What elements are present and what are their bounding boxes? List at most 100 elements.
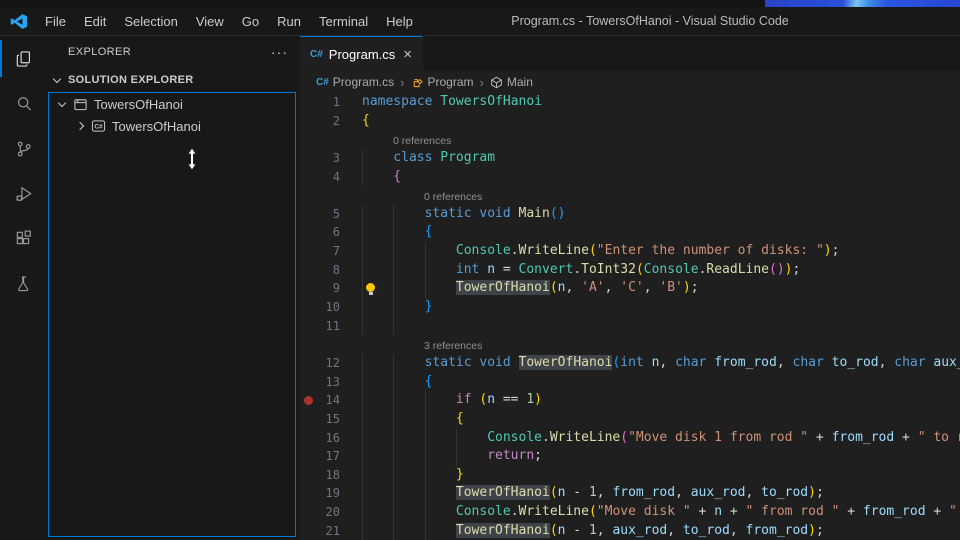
indent-guide (393, 484, 424, 503)
code-line-9[interactable]: 9TowerOfHanoi(n, 'A', 'C', 'B'); (300, 279, 960, 298)
indent-guide (393, 279, 424, 298)
tree-focus-border: TowersOfHanoi C# TowersOfHanoi (48, 92, 296, 537)
indent-guide (393, 522, 424, 540)
line-number: 5 (316, 205, 340, 224)
code-line-20[interactable]: 20Console.WriteLine("Move disk " + n + "… (300, 503, 960, 522)
symbol-method-icon (490, 76, 503, 89)
views-more-actions-icon[interactable]: ··· (271, 44, 288, 60)
chevron-down-icon (53, 74, 61, 82)
code-line-17[interactable]: 17return; (300, 447, 960, 466)
indent-guide (362, 466, 393, 485)
indent-guide (425, 447, 456, 466)
search-icon[interactable] (0, 81, 48, 126)
testing-icon[interactable] (0, 261, 48, 306)
codelens-row[interactable]: 0 references (300, 130, 960, 149)
menu-go[interactable]: Go (233, 7, 268, 36)
indent-guide (362, 205, 393, 224)
code-line-5[interactable]: 5static void Main() (300, 205, 960, 224)
code-line-1[interactable]: 1namespace TowersOfHanoi (300, 93, 960, 112)
breadcrumb-method[interactable]: Main (490, 75, 533, 89)
code-line-3[interactable]: 3class Program (300, 149, 960, 168)
line-number: 16 (316, 429, 340, 448)
indent-guide (362, 410, 393, 429)
breadcrumb-separator: › (400, 75, 404, 90)
breadcrumb-class[interactable]: Program (411, 75, 474, 89)
indent-guide (393, 373, 424, 392)
indent-guide (362, 391, 393, 410)
code-editor[interactable]: 1namespace TowersOfHanoi2{ 0 references 3c… (300, 93, 960, 540)
codelens-references[interactable]: 0 references (424, 191, 482, 203)
indent-guide (425, 261, 456, 280)
code-line-12[interactable]: 12static void TowerOfHanoi(int n, char f… (300, 354, 960, 373)
indent-guide (425, 279, 456, 298)
code-line-4[interactable]: 4{ (300, 168, 960, 187)
codelens-references[interactable]: 0 references (393, 135, 451, 147)
code-line-16[interactable]: 16Console.WriteLine("Move disk 1 from ro… (300, 429, 960, 448)
code-line-19[interactable]: 19TowerOfHanoi(n - 1, from_rod, aux_rod,… (300, 484, 960, 503)
sidebar-explorer: EXPLORER ··· SOLUTION EXPLORER TowersOfH… (48, 36, 300, 540)
code-line-15[interactable]: 15{ (300, 410, 960, 429)
indent-guide (425, 410, 456, 429)
menu-view[interactable]: View (187, 7, 233, 36)
line-number: 17 (316, 447, 340, 466)
indent-guide (362, 223, 393, 242)
codelens-row[interactable]: 0 references (300, 186, 960, 205)
menu-selection[interactable]: Selection (115, 7, 186, 36)
code-line-10[interactable]: 10} (300, 298, 960, 317)
indent-guide (393, 391, 424, 410)
code-line-8[interactable]: 8int n = Convert.ToInt32(Console.ReadLin… (300, 261, 960, 280)
code-line-18[interactable]: 18} (300, 466, 960, 485)
line-number (316, 130, 340, 149)
line-number: 15 (316, 410, 340, 429)
background-window-accent (765, 0, 960, 7)
menu-edit[interactable]: Edit (75, 7, 115, 36)
tab-close-icon[interactable]: × (403, 47, 412, 62)
code-line-11[interactable]: 11 (300, 317, 960, 336)
line-number: 8 (316, 261, 340, 280)
indent-guide (362, 298, 393, 317)
solution-icon (73, 97, 88, 112)
section-solution-explorer[interactable]: SOLUTION EXPLORER (48, 68, 300, 92)
menu-run[interactable]: Run (268, 7, 310, 36)
menu-bar: FileEditSelectionViewGoRunTerminalHelp (36, 7, 422, 36)
indent-guide (393, 354, 424, 373)
svg-text:C#: C# (94, 124, 103, 131)
indent-guide (425, 429, 456, 448)
indent-guide (362, 373, 393, 392)
code-line-13[interactable]: 13{ (300, 373, 960, 392)
code-line-14[interactable]: 14if (n == 1) (300, 391, 960, 410)
tab-program-cs[interactable]: C# Program.cs × (300, 36, 423, 71)
breakpoint-icon[interactable] (304, 396, 313, 405)
indent-guide (362, 317, 393, 336)
csharp-file-icon: C# (310, 49, 323, 60)
tree-item-csproj[interactable]: C# TowersOfHanoi (49, 115, 295, 137)
symbol-class-icon (411, 76, 424, 89)
line-number: 21 (316, 522, 340, 540)
menu-file[interactable]: File (36, 7, 75, 36)
line-number (316, 186, 340, 205)
code-line-6[interactable]: 6{ (300, 223, 960, 242)
code-line-7[interactable]: 7Console.WriteLine("Enter the number of … (300, 242, 960, 261)
code-line-21[interactable]: 21TowerOfHanoi(n - 1, aux_rod, to_rod, f… (300, 522, 960, 540)
csharp-project-icon: C# (91, 119, 106, 133)
breadcrumb-file[interactable]: C# Program.cs (316, 75, 394, 89)
indent-guide (393, 410, 424, 429)
indent-guide (362, 261, 393, 280)
indent-guide (393, 242, 424, 261)
indent-guide (362, 522, 393, 540)
tree-item-solution[interactable]: TowersOfHanoi (49, 93, 295, 115)
source-control-icon[interactable] (0, 126, 48, 171)
line-number: 19 (316, 484, 340, 503)
indent-guide (425, 391, 456, 410)
menu-terminal[interactable]: Terminal (310, 7, 377, 36)
run-and-debug-icon[interactable] (0, 171, 48, 216)
extensions-icon[interactable] (0, 216, 48, 261)
indent-guide (456, 447, 487, 466)
indent-guide (393, 317, 424, 336)
code-line-2[interactable]: 2{ (300, 112, 960, 131)
codelens-row[interactable]: 3 references (300, 335, 960, 354)
chevron-right-icon (76, 122, 84, 130)
explorer-icon[interactable] (0, 36, 48, 81)
codelens-references[interactable]: 3 references (424, 340, 482, 352)
line-number: 12 (316, 354, 340, 373)
